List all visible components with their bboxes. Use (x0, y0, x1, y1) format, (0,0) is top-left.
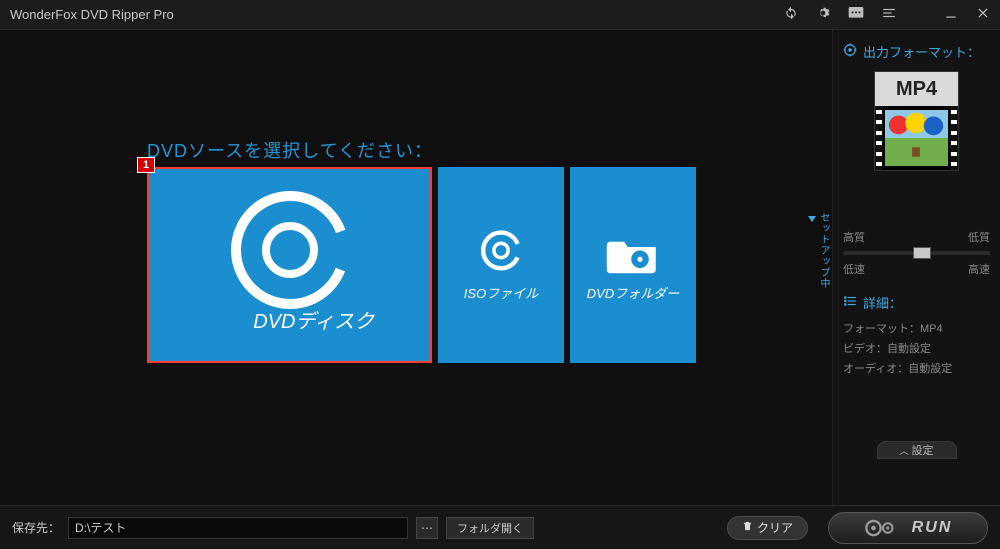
vertical-hint: セットアップ中 (815, 212, 831, 289)
refresh-icon[interactable] (784, 6, 798, 23)
detail-video: ビデオ：自動設定 (843, 340, 990, 356)
run-label: RUN (912, 519, 953, 537)
slider-thumb[interactable] (913, 247, 931, 259)
speed-fast-label: 高速 (968, 261, 990, 277)
menu-icon[interactable] (882, 6, 896, 23)
clear-label: クリア (757, 519, 793, 536)
dvd-folder-card[interactable]: DVDフォルダー (570, 167, 696, 363)
settings-label: 設定 (912, 442, 934, 458)
format-thumbnail[interactable]: MP4 (874, 71, 959, 171)
browse-button[interactable]: ⋯ (416, 517, 438, 539)
save-to-label: 保存先： (12, 519, 60, 536)
details-header: 詳細： (843, 293, 990, 312)
open-folder-label: フォルダ開く (457, 520, 523, 536)
detail-format: フォーマット：MP4 (843, 320, 990, 336)
details-label: 詳細： (863, 293, 902, 312)
run-button[interactable]: RUN (828, 512, 988, 544)
detail-audio: オーディオ：自動設定 (843, 360, 990, 376)
minimize-icon[interactable] (944, 6, 958, 23)
titlebar: WonderFox DVD Ripper Pro (0, 0, 1000, 30)
chevron-up-icon: ︿ (899, 444, 908, 457)
quality-slider[interactable] (843, 251, 990, 255)
trash-icon (742, 520, 753, 535)
settings-icon[interactable] (816, 6, 830, 23)
step-badge: 1 (137, 157, 155, 173)
output-format-header: 出力フォーマット： (843, 42, 990, 61)
dvd-folder-label: DVDフォルダー (587, 283, 679, 302)
gears-icon (864, 518, 902, 538)
app-title: WonderFox DVD Ripper Pro (10, 7, 784, 22)
speed-slow-label: 低速 (843, 261, 865, 277)
main-area: DVDソースを選択してください： 1 DVDディスク (0, 30, 832, 505)
quality-low-label: 低質 (968, 229, 990, 245)
settings-button[interactable]: ︿ 設定 (877, 441, 957, 459)
source-prompt: DVDソースを選択してください： (147, 137, 433, 163)
dvd-disc-card[interactable]: 1 DVDディスク (147, 167, 432, 363)
sidebar: セットアップ中 出力フォーマット： MP4 (832, 30, 1000, 505)
target-icon (843, 43, 857, 60)
dvd-disc-label: DVDディスク (253, 305, 374, 334)
format-code: MP4 (875, 72, 958, 106)
open-folder-button[interactable]: フォルダ開く (446, 517, 534, 539)
output-path-field[interactable]: D:\テスト (68, 517, 408, 539)
bottom-bar: 保存先： D:\テスト ⋯ フォルダ開く クリア RUN (0, 505, 1000, 549)
output-path-value: D:\テスト (75, 519, 126, 536)
close-icon[interactable] (976, 6, 990, 23)
list-icon (843, 294, 857, 311)
clear-button[interactable]: クリア (727, 516, 808, 540)
output-format-label: 出力フォーマット： (863, 42, 980, 61)
subtitle-icon[interactable] (848, 6, 864, 23)
iso-file-label: ISOファイル (464, 283, 538, 302)
iso-file-card[interactable]: ISOファイル (438, 167, 564, 363)
quality-high-label: 高質 (843, 229, 865, 245)
